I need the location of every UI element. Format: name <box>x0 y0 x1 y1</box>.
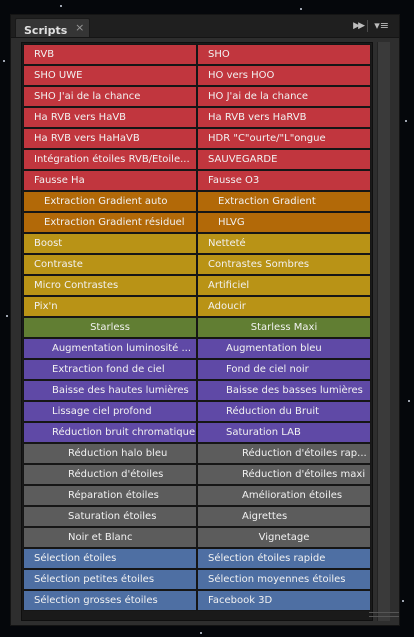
script-button[interactable]: Ha RVB vers HaHaVB <box>23 128 197 149</box>
script-button[interactable]: Réduction du Bruit <box>197 401 371 422</box>
script-button[interactable]: Netteté <box>197 233 371 254</box>
script-button[interactable]: Sélection étoiles <box>23 548 197 569</box>
tab-scripts[interactable]: Scripts × <box>15 18 91 37</box>
close-icon[interactable]: × <box>75 20 84 36</box>
script-button[interactable]: Sélection étoiles rapide <box>197 548 371 569</box>
script-button[interactable]: Aigrettes <box>197 506 371 527</box>
script-button[interactable]: Réduction halo bleu <box>23 443 197 464</box>
script-button[interactable]: Artificiel <box>197 275 371 296</box>
script-button[interactable]: Pix'n <box>23 296 197 317</box>
script-button[interactable]: Saturation étoiles <box>23 506 197 527</box>
script-button[interactable]: Réparation étoiles <box>23 485 197 506</box>
script-button[interactable]: Noir et Blanc <box>23 527 197 548</box>
script-button[interactable]: Adoucir <box>197 296 371 317</box>
star <box>60 5 62 7</box>
script-button-grid: RVB SHO SHO UWE HO vers HOO SHO J'ai de la c… <box>21 42 373 621</box>
panel-body: RVB SHO SHO UWE HO vers HOO SHO J'ai de la c… <box>11 38 399 625</box>
script-button[interactable]: Fausse O3 <box>197 170 371 191</box>
script-button[interactable]: Fausse Ha <box>23 170 197 191</box>
script-button[interactable]: Sélection grosses étoiles <box>23 590 197 611</box>
vertical-scrollbar[interactable] <box>369 42 399 621</box>
script-button[interactable]: Augmentation luminosité ... <box>23 338 197 359</box>
script-button[interactable]: Extraction Gradient résiduel <box>23 212 197 233</box>
tab-scripts-label: Scripts <box>24 24 68 37</box>
star <box>3 60 5 62</box>
script-button[interactable]: HDR "C"ourte/"L"ongue <box>197 128 371 149</box>
script-button[interactable]: Saturation LAB <box>197 422 371 443</box>
script-button[interactable]: SAUVEGARDE <box>197 149 371 170</box>
star <box>200 632 202 634</box>
script-button[interactable]: Micro Contrastes <box>23 275 197 296</box>
star <box>6 315 8 317</box>
script-button[interactable]: Fond de ciel noir <box>197 359 371 380</box>
star <box>402 600 404 602</box>
script-button[interactable]: HO J'ai de la chance <box>197 86 371 107</box>
script-button[interactable]: SHO UWE <box>23 65 197 86</box>
scripts-panel: Scripts × ▶▶ ▾≡ RVB SHO SHO UWE HO vers HOO… <box>10 14 400 626</box>
script-button[interactable]: Contrastes Sombres <box>197 254 371 275</box>
script-button[interactable]: SHO <box>197 44 371 65</box>
script-button[interactable]: Réduction d'étoiles rap... <box>197 443 371 464</box>
script-button[interactable]: Sélection moyennes étoiles <box>197 569 371 590</box>
script-button[interactable]: Sélection petites étoiles <box>23 569 197 590</box>
panel-titlebar: Scripts × ▶▶ ▾≡ <box>11 15 399 38</box>
script-button[interactable]: Starless Maxi <box>197 317 371 338</box>
script-button[interactable]: Intégration étoiles RVB/Etoile... <box>23 149 197 170</box>
script-button[interactable]: Extraction fond de ciel <box>23 359 197 380</box>
script-button[interactable]: HO vers HOO <box>197 65 371 86</box>
script-button[interactable]: Contraste <box>23 254 197 275</box>
script-button[interactable]: SHO J'ai de la chance <box>23 86 197 107</box>
script-button[interactable]: Boost <box>23 233 197 254</box>
script-button[interactable]: Facebook 3D <box>197 590 371 611</box>
script-button[interactable]: Vignetage <box>197 527 371 548</box>
star <box>405 120 407 122</box>
script-button[interactable]: Réduction d'étoiles <box>23 464 197 485</box>
script-button[interactable]: Augmentation bleu <box>197 338 371 359</box>
script-button[interactable]: Extraction Gradient auto <box>23 191 197 212</box>
script-button[interactable]: Réduction bruit chromatique <box>23 422 197 443</box>
titlebar-divider <box>367 20 368 32</box>
script-button[interactable]: Ha RVB vers HaVB <box>23 107 197 128</box>
star <box>408 400 410 402</box>
script-button[interactable]: Starless <box>23 317 197 338</box>
star <box>300 8 302 10</box>
script-button[interactable]: Baisse des hautes lumières <box>23 380 197 401</box>
resize-grip-icon[interactable] <box>369 612 399 617</box>
script-button[interactable]: HLVG <box>197 212 371 233</box>
script-button[interactable]: Ha RVB vers HaRVB <box>197 107 371 128</box>
script-button[interactable]: RVB <box>23 44 197 65</box>
panel-menu-icon[interactable]: ▾≡ <box>374 19 389 33</box>
script-button[interactable]: Amélioration étoiles <box>197 485 371 506</box>
collapse-icon[interactable]: ▶▶ <box>353 18 365 34</box>
script-button[interactable]: Extraction Gradient <box>197 191 371 212</box>
script-button[interactable]: Baisse des basses lumières <box>197 380 371 401</box>
script-button[interactable]: Lissage ciel profond <box>23 401 197 422</box>
script-button[interactable]: Réduction d'étoiles maxi <box>197 464 371 485</box>
